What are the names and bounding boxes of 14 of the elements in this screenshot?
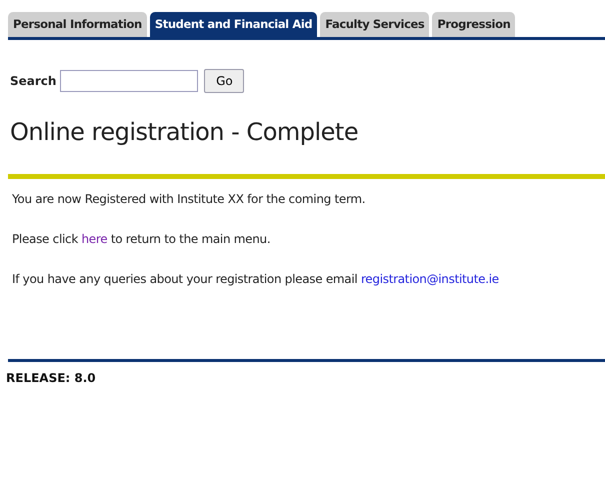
link[interactable]: here: [81, 232, 108, 246]
tab[interactable]: Personal Information: [8, 12, 147, 37]
page-title: Online registration - Complete: [10, 118, 360, 146]
go-button[interactable]: Go: [204, 69, 244, 93]
link[interactable]: registration@institute.ie: [360, 272, 499, 286]
search-field[interactable]: [60, 70, 198, 92]
tab[interactable]: Student and Financial Aid: [150, 12, 318, 37]
message-text: You are now Registered with Institute XX for the coming term.: [12, 191, 366, 208]
tab[interactable]: Faculty Services: [320, 12, 430, 37]
message-text: Please click here to return to the main menu.: [12, 231, 272, 248]
tab[interactable]: Progression: [432, 12, 516, 37]
message-text: If you have any queries about your registration please email registration@institute.ie: [12, 271, 500, 288]
search-label: Search: [10, 74, 56, 88]
release-text: RELEASE: 8.0: [6, 371, 97, 385]
